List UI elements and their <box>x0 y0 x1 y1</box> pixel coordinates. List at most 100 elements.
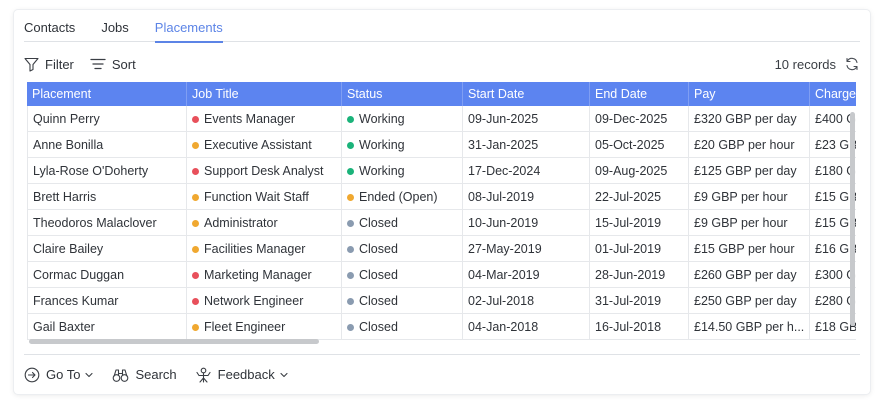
cell-end-date[interactable]: 05-Oct-2025 <box>590 132 689 158</box>
table-row[interactable]: Cormac Duggan Marketing Manager Closed 04-M… <box>27 262 856 288</box>
column-header-job-title[interactable]: Job Title <box>187 82 342 106</box>
cell-start-date[interactable]: 17-Dec-2024 <box>463 158 590 184</box>
cell-placement[interactable]: Anne Bonilla <box>27 132 187 158</box>
cell-end-date[interactable]: 01-Jul-2019 <box>590 236 689 262</box>
job-status-dot <box>192 245 199 253</box>
cell-pay[interactable]: £15 GBP per hour <box>689 236 810 262</box>
cell-status[interactable]: Closed <box>342 262 463 288</box>
cell-end-date[interactable]: 31-Jul-2019 <box>590 288 689 314</box>
cell-status[interactable]: Working <box>342 158 463 184</box>
grid-body: Quinn Perry Events Manager Working 09-Jun-2… <box>27 106 856 340</box>
cell-job-title[interactable]: Fleet Engineer <box>187 314 342 340</box>
cell-pay[interactable]: £9 GBP per hour <box>689 210 810 236</box>
vertical-scrollbar[interactable] <box>848 82 856 346</box>
table-row[interactable]: Quinn Perry Events Manager Working 09-Jun-2… <box>27 106 856 132</box>
cell-status[interactable]: Working <box>342 106 463 132</box>
cell-status[interactable]: Closed <box>342 288 463 314</box>
cell-status[interactable]: Ended (Open) <box>342 184 463 210</box>
placement-name: Anne Bonilla <box>33 138 104 152</box>
cell-job-title[interactable]: Administrator <box>187 210 342 236</box>
cell-status[interactable]: Closed <box>342 210 463 236</box>
feedback-icon <box>196 367 211 383</box>
cell-placement[interactable]: Gail Baxter <box>27 314 187 340</box>
table-row[interactable]: Brett Harris Function Wait Staff Ended (Op… <box>27 184 856 210</box>
column-header-end-date[interactable]: End Date <box>590 82 689 106</box>
cell-end-date[interactable]: 09-Dec-2025 <box>590 106 689 132</box>
job-status-dot <box>192 193 199 201</box>
table-row[interactable]: Anne Bonilla Executive Assistant Working 31… <box>27 132 856 158</box>
cell-start-date[interactable]: 31-Jan-2025 <box>463 132 590 158</box>
table-row[interactable]: Lyla-Rose O'Doherty Support Desk Analyst W… <box>27 158 856 184</box>
column-header-status[interactable]: Status <box>342 82 463 106</box>
cell-end-date[interactable]: 15-Jul-2019 <box>590 210 689 236</box>
cell-status[interactable]: Working <box>342 132 463 158</box>
cell-pay[interactable]: £14.50 GBP per h... <box>689 314 810 340</box>
placement-name: Quinn Perry <box>33 112 100 126</box>
tab-jobs[interactable]: Jobs <box>101 10 128 42</box>
filter-button[interactable]: Filter <box>24 57 74 72</box>
table-row[interactable]: Claire Bailey Facilities Manager Closed 27-… <box>27 236 856 262</box>
chevron-down-icon <box>85 372 94 377</box>
binoculars-icon <box>113 368 129 382</box>
cell-placement[interactable]: Frances Kumar <box>27 288 187 314</box>
tab-placements[interactable]: Placements <box>154 10 223 43</box>
goto-button[interactable]: Go To <box>24 367 94 383</box>
placement-name: Lyla-Rose O'Doherty <box>33 164 149 178</box>
cell-job-title[interactable]: Network Engineer <box>187 288 342 314</box>
cell-pay[interactable]: £20 GBP per hour <box>689 132 810 158</box>
vertical-scroll-thumb[interactable] <box>850 112 855 326</box>
job-title-text: Facilities Manager <box>204 242 306 256</box>
status-text: Closed <box>359 268 398 282</box>
column-header-placement[interactable]: Placement <box>27 82 187 106</box>
cell-end-date[interactable]: 09-Aug-2025 <box>590 158 689 184</box>
cell-pay[interactable]: £320 GBP per day <box>689 106 810 132</box>
cell-start-date[interactable]: 09-Jun-2025 <box>463 106 590 132</box>
cell-placement[interactable]: Theodoros Malaclover <box>27 210 187 236</box>
cell-pay[interactable]: £260 GBP per day <box>689 262 810 288</box>
cell-placement[interactable]: Cormac Duggan <box>27 262 187 288</box>
cell-placement[interactable]: Claire Bailey <box>27 236 187 262</box>
job-status-dot <box>192 297 199 305</box>
cell-start-date[interactable]: 10-Jun-2019 <box>463 210 590 236</box>
cell-status[interactable]: Closed <box>342 314 463 340</box>
cell-start-date[interactable]: 08-Jul-2019 <box>463 184 590 210</box>
cell-job-title[interactable]: Support Desk Analyst <box>187 158 342 184</box>
cell-placement[interactable]: Quinn Perry <box>27 106 187 132</box>
cell-start-date[interactable]: 02-Jul-2018 <box>463 288 590 314</box>
tab-contacts[interactable]: Contacts <box>24 10 75 42</box>
cell-status[interactable]: Closed <box>342 236 463 262</box>
cell-job-title[interactable]: Facilities Manager <box>187 236 342 262</box>
cell-job-title[interactable]: Events Manager <box>187 106 342 132</box>
table-row[interactable]: Frances Kumar Network Engineer Closed 02-Ju… <box>27 288 856 314</box>
status-text: Working <box>359 112 405 126</box>
cell-pay[interactable]: £125 GBP per day <box>689 158 810 184</box>
horizontal-scroll-thumb[interactable] <box>29 339 319 344</box>
horizontal-scrollbar[interactable] <box>27 338 848 346</box>
status-text: Working <box>359 138 405 152</box>
status-dot <box>347 271 354 279</box>
cell-placement[interactable]: Brett Harris <box>27 184 187 210</box>
column-header-pay[interactable]: Pay <box>689 82 810 106</box>
cell-start-date[interactable]: 27-May-2019 <box>463 236 590 262</box>
job-title-text: Network Engineer <box>204 294 304 308</box>
goto-label: Go To <box>46 367 81 382</box>
cell-job-title[interactable]: Marketing Manager <box>187 262 342 288</box>
cell-placement[interactable]: Lyla-Rose O'Doherty <box>27 158 187 184</box>
search-button[interactable]: Search <box>112 367 177 383</box>
cell-job-title[interactable]: Executive Assistant <box>187 132 342 158</box>
cell-start-date[interactable]: 04-Mar-2019 <box>463 262 590 288</box>
status-dot <box>347 115 354 123</box>
refresh-button[interactable] <box>844 56 860 72</box>
cell-end-date[interactable]: 28-Jun-2019 <box>590 262 689 288</box>
sort-button[interactable]: Sort <box>90 57 136 72</box>
cell-end-date[interactable]: 22-Jul-2025 <box>590 184 689 210</box>
cell-start-date[interactable]: 04-Jan-2018 <box>463 314 590 340</box>
table-row[interactable]: Theodoros Malaclover Administrator Closed 1… <box>27 210 856 236</box>
feedback-button[interactable]: Feedback <box>195 367 289 383</box>
cell-end-date[interactable]: 16-Jul-2018 <box>590 314 689 340</box>
table-row[interactable]: Gail Baxter Fleet Engineer Closed 04-Jan-20… <box>27 314 856 340</box>
column-header-start-date[interactable]: Start Date <box>463 82 590 106</box>
cell-pay[interactable]: £250 GBP per day <box>689 288 810 314</box>
cell-pay[interactable]: £9 GBP per hour <box>689 184 810 210</box>
cell-job-title[interactable]: Function Wait Staff <box>187 184 342 210</box>
